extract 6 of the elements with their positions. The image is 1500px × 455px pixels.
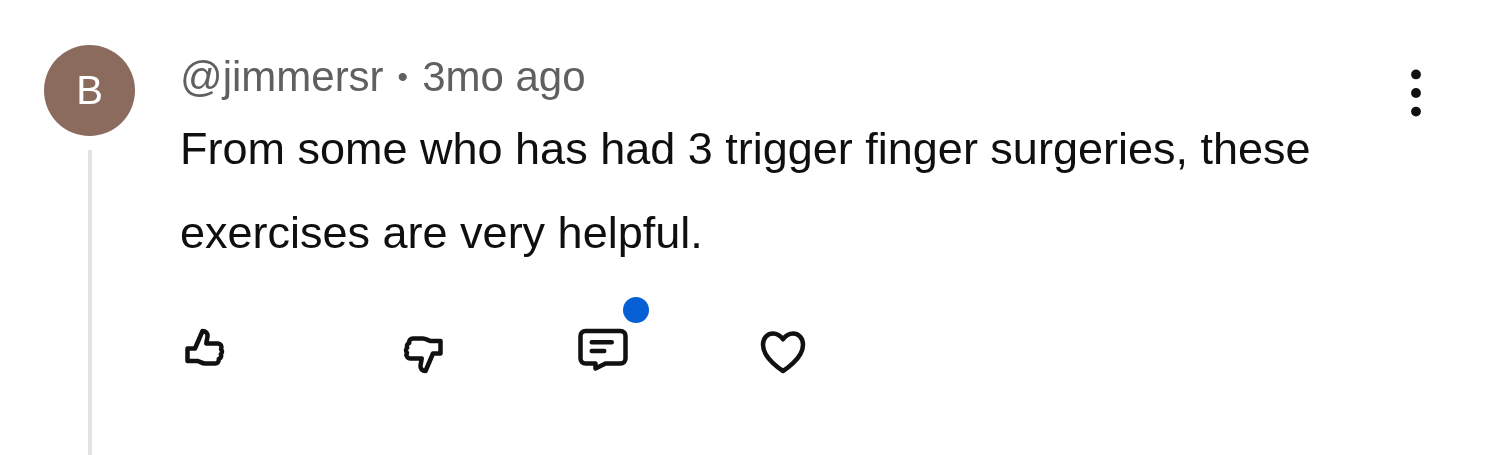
author-name[interactable]: @jimmersr bbox=[180, 53, 384, 101]
comment-text: From some who has had 3 trigger finger surgeries, these exercises are very helpful. bbox=[180, 122, 1312, 260]
separator-dot: • bbox=[397, 60, 409, 94]
comment-time: 3mo ago bbox=[422, 53, 586, 101]
more-options-icon[interactable] bbox=[1410, 69, 1422, 117]
avatar[interactable]: B bbox=[44, 45, 135, 136]
